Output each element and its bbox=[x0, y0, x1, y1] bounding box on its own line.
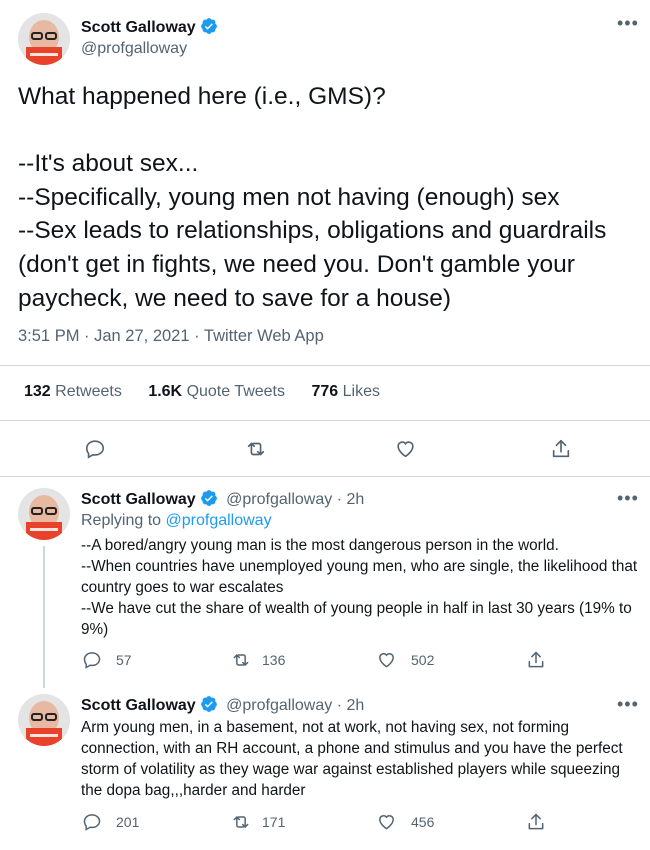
avatar[interactable] bbox=[18, 13, 70, 65]
avatar[interactable] bbox=[18, 694, 70, 746]
author-handle[interactable]: @profgalloway bbox=[81, 40, 187, 58]
likes-stat[interactable]: 776 Likes bbox=[311, 383, 380, 400]
reply-button[interactable]: 57 bbox=[82, 650, 132, 670]
reply-icon bbox=[85, 440, 105, 459]
share-icon bbox=[552, 439, 570, 458]
like-button[interactable] bbox=[394, 438, 417, 460]
share-button[interactable] bbox=[526, 811, 546, 833]
quote-tweets-stat[interactable]: 1.6K Quote Tweets bbox=[148, 383, 285, 400]
replying-handle-link[interactable]: @profgalloway bbox=[166, 512, 272, 529]
tweet-age[interactable]: · 2h bbox=[337, 697, 365, 714]
retweet-button[interactable]: 136 bbox=[230, 650, 285, 670]
avatar-image bbox=[18, 694, 70, 746]
engagement-stats: 132 Retweets 1.6K Quote Tweets 776 Likes bbox=[24, 383, 402, 401]
more-icon[interactable]: ••• bbox=[617, 694, 639, 715]
like-button[interactable]: 502 bbox=[376, 650, 434, 670]
tweet-source[interactable]: Twitter Web App bbox=[204, 327, 324, 345]
like-count: 502 bbox=[411, 652, 435, 668]
reply-button[interactable]: 201 bbox=[82, 812, 139, 832]
thread-line bbox=[43, 546, 45, 688]
retweet-icon bbox=[247, 442, 265, 456]
divider bbox=[0, 365, 650, 366]
reply-count: 201 bbox=[116, 814, 140, 830]
heart-icon bbox=[379, 653, 394, 668]
verified-badge-icon bbox=[200, 17, 218, 40]
retweet-icon bbox=[233, 816, 249, 828]
retweets-stat[interactable]: 132 Retweets bbox=[24, 383, 122, 400]
heart-icon bbox=[379, 815, 394, 830]
avatar-image bbox=[18, 13, 70, 65]
reply-icon bbox=[83, 814, 101, 831]
author-name[interactable]: Scott Galloway bbox=[81, 491, 196, 508]
more-icon[interactable]: ••• bbox=[617, 13, 639, 34]
reply-text: --A bored/angry young man is the most da… bbox=[81, 537, 638, 638]
tweet-meta: 3:51 PM · Jan 27, 2021 · Twitter Web App bbox=[18, 327, 324, 346]
retweet-button[interactable]: 171 bbox=[230, 812, 285, 832]
retweet-count: 171 bbox=[262, 814, 286, 830]
reply-icon bbox=[83, 652, 101, 669]
share-button[interactable] bbox=[526, 649, 546, 671]
like-count: 456 bbox=[411, 814, 435, 830]
share-icon bbox=[528, 651, 544, 668]
tweet-age[interactable]: · 2h bbox=[337, 491, 365, 508]
replying-to: Replying to @profgalloway bbox=[81, 512, 272, 529]
retweet-button[interactable] bbox=[244, 438, 268, 460]
author-handle[interactable]: @profgalloway bbox=[226, 697, 332, 714]
verified-badge-icon bbox=[200, 695, 218, 718]
divider bbox=[0, 420, 650, 421]
more-icon[interactable]: ••• bbox=[617, 488, 639, 509]
share-button[interactable] bbox=[550, 437, 572, 461]
meta-separator: · bbox=[189, 327, 204, 345]
retweet-icon bbox=[233, 654, 249, 666]
reply-author-line: Scott Galloway @profgalloway · 2h bbox=[81, 695, 364, 718]
divider bbox=[0, 476, 650, 477]
tweet-text: What happened here (i.e., GMS)? --It's a… bbox=[18, 83, 607, 312]
author-line: Scott Galloway bbox=[81, 17, 218, 40]
author-handle[interactable]: @profgalloway bbox=[226, 491, 332, 508]
reply-button[interactable] bbox=[84, 438, 106, 460]
meta-separator: · bbox=[79, 327, 95, 345]
author-name[interactable]: Scott Galloway bbox=[81, 697, 196, 714]
verified-badge-icon bbox=[200, 489, 218, 512]
avatar-image bbox=[18, 488, 70, 540]
reply-count: 57 bbox=[116, 652, 132, 668]
retweet-count: 136 bbox=[262, 652, 286, 668]
heart-icon bbox=[397, 441, 414, 458]
reply-text: Arm young men, in a basement, not at wor… bbox=[81, 719, 623, 799]
author-name[interactable]: Scott Galloway bbox=[81, 19, 196, 36]
like-button[interactable]: 456 bbox=[376, 812, 434, 832]
avatar[interactable] bbox=[18, 488, 70, 540]
reply-author-line: Scott Galloway @profgalloway · 2h bbox=[81, 489, 364, 512]
tweet-date[interactable]: Jan 27, 2021 bbox=[94, 327, 189, 345]
share-icon bbox=[528, 813, 544, 830]
tweet-time[interactable]: 3:51 PM bbox=[18, 327, 79, 345]
